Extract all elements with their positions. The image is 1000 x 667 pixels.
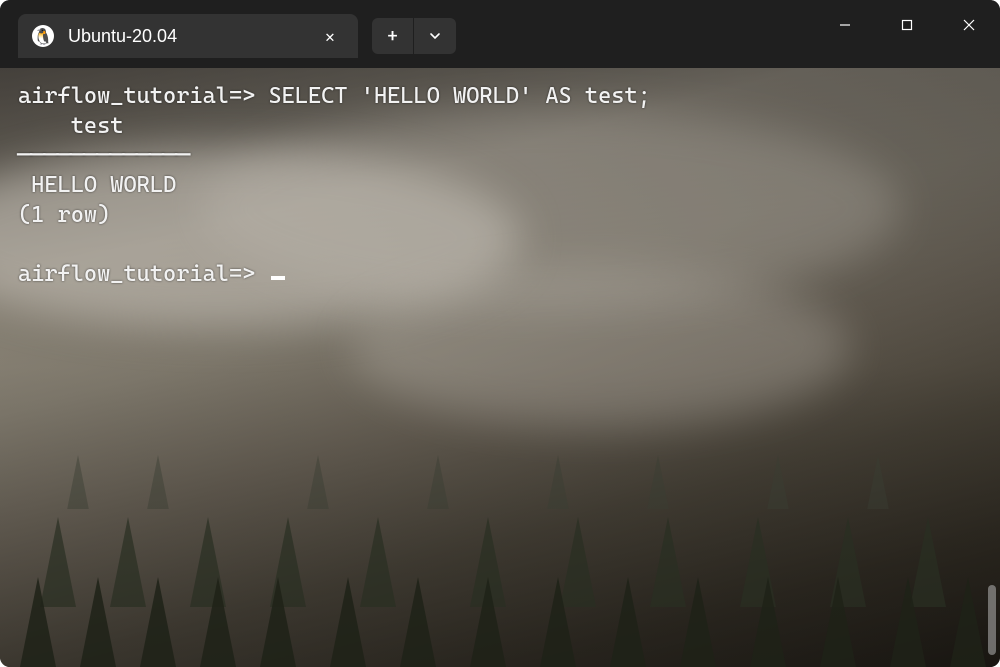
titlebar[interactable]: 🐧 Ubuntu-20.04 ✕ + xyxy=(0,0,1000,68)
minimize-button[interactable] xyxy=(814,0,876,50)
sql-command: SELECT 'HELLO WORLD' AS test; xyxy=(255,83,651,109)
terminal-cursor xyxy=(271,276,285,280)
maximize-button[interactable] xyxy=(876,0,938,50)
window-controls xyxy=(814,0,1000,50)
chevron-down-icon xyxy=(428,29,442,43)
tab-dropdown-button[interactable] xyxy=(414,18,456,54)
result-separator: ───────────── xyxy=(18,142,189,168)
scrollbar-thumb[interactable] xyxy=(988,585,996,655)
tux-icon: 🐧 xyxy=(32,25,54,47)
sql-command-empty xyxy=(255,261,268,287)
tab-close-button[interactable]: ✕ xyxy=(316,27,344,46)
terminal-window: 🐧 Ubuntu-20.04 ✕ + xyxy=(0,0,1000,667)
close-icon xyxy=(962,18,976,32)
tab-title: Ubuntu-20.04 xyxy=(68,26,316,47)
tab-ubuntu[interactable]: 🐧 Ubuntu-20.04 ✕ xyxy=(18,14,358,58)
sql-prompt: airflow_tutorial=> xyxy=(18,83,255,109)
tab-actions: + xyxy=(372,18,456,54)
new-tab-button[interactable]: + xyxy=(372,18,414,54)
close-window-button[interactable] xyxy=(938,0,1000,50)
maximize-icon xyxy=(900,18,914,32)
terminal-output[interactable]: airflow_tutorial=> SELECT 'HELLO WORLD' … xyxy=(0,68,1000,667)
result-header: test xyxy=(18,113,123,139)
sql-prompt: airflow_tutorial=> xyxy=(18,261,255,287)
row-count: (1 row) xyxy=(18,202,110,228)
result-row: HELLO WORLD xyxy=(18,172,176,198)
minimize-icon xyxy=(838,18,852,32)
